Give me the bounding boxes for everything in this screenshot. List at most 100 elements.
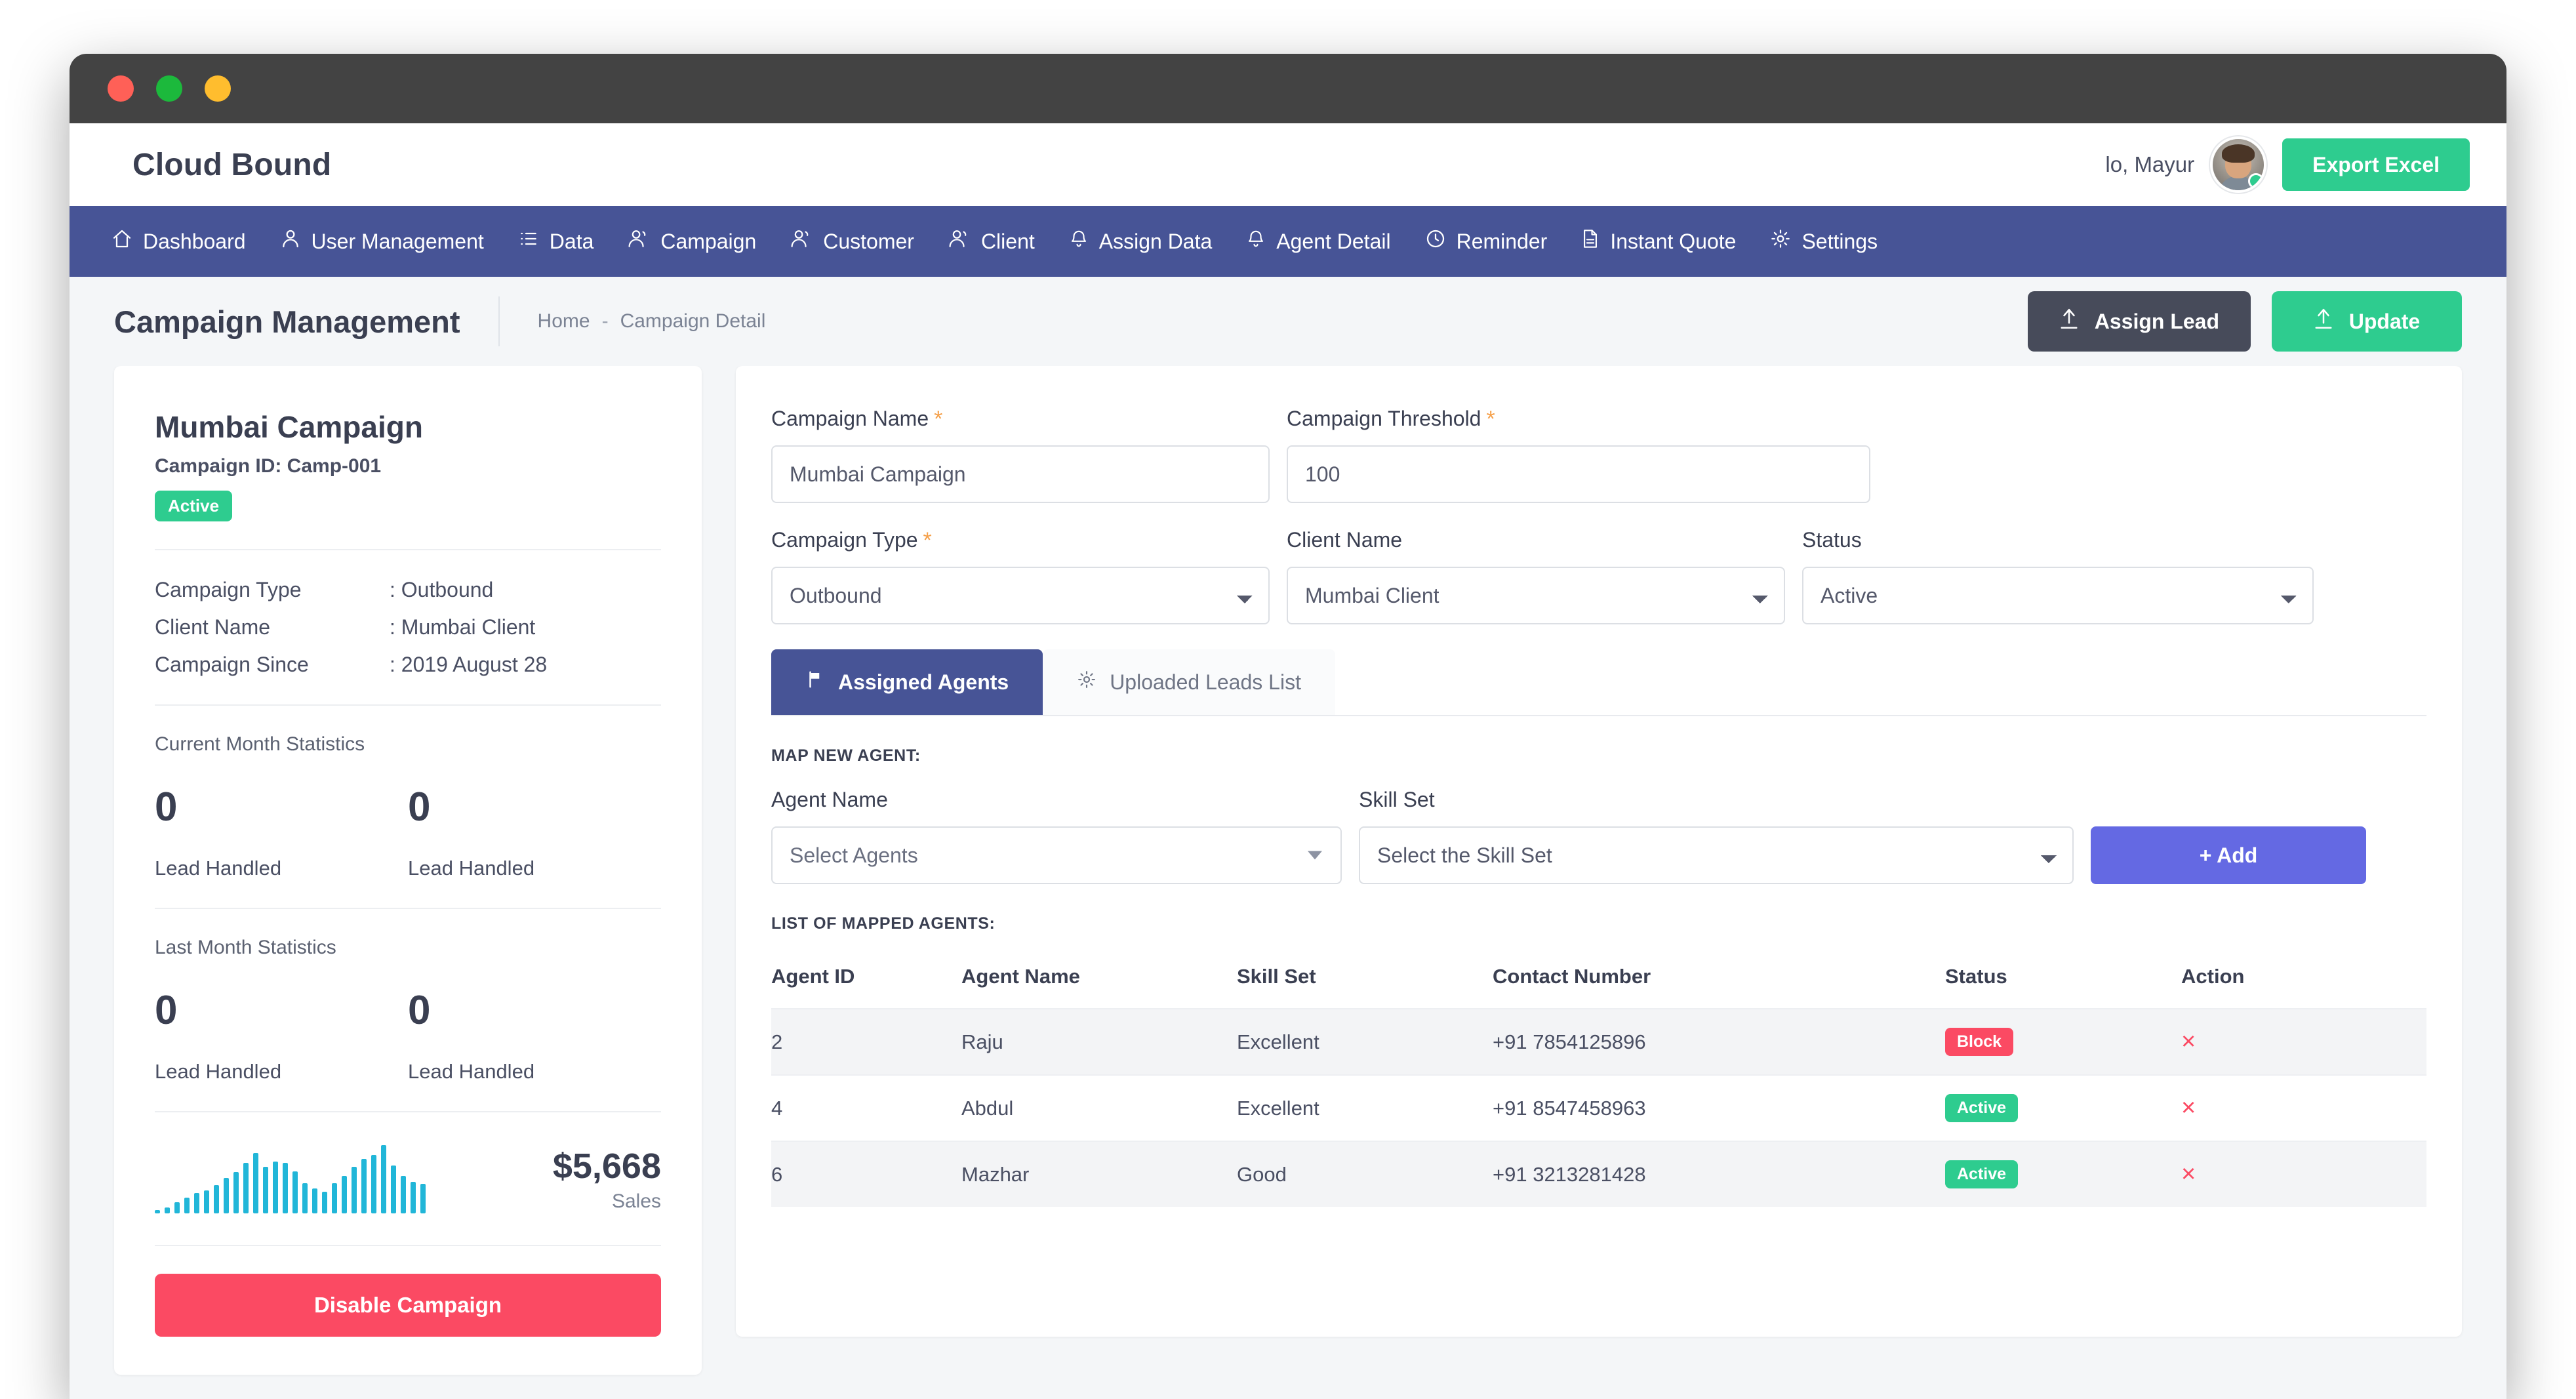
- campaign-details-list: Campaign Type: Outbound Client Name: Mumb…: [155, 578, 661, 677]
- cell-contact-number: +91 7854125896: [1493, 1008, 1945, 1075]
- add-agent-button[interactable]: + Add: [2091, 826, 2366, 884]
- table-head: Agent ID Agent Name Skill Set Contact Numbe…: [771, 948, 2426, 1009]
- campaign-summary-card: Mumbai Campaign Campaign ID: Camp-001 Ac…: [114, 366, 702, 1375]
- nav-item-agent-detail[interactable]: Agent Detail: [1229, 206, 1407, 277]
- nav-item-settings[interactable]: Settings: [1753, 206, 1895, 277]
- nav-item-reminder[interactable]: Reminder: [1408, 206, 1565, 277]
- tab-assigned-agents[interactable]: Assigned Agents: [771, 649, 1043, 715]
- table-row: 4 Abdul Excellent +91 8547458963 Active ×: [771, 1074, 2426, 1141]
- cell-action: ×: [2181, 1141, 2426, 1207]
- map-agent-row: Agent Name Select Agents Skill Set Selec…: [771, 788, 2426, 884]
- avatar[interactable]: [2213, 139, 2264, 190]
- nav-item-label: Customer: [823, 229, 914, 253]
- upload-icon: [2314, 308, 2333, 335]
- nav-item-label: Agent Detail: [1276, 229, 1391, 253]
- divider: [155, 1245, 661, 1246]
- update-label: Update: [2348, 309, 2421, 333]
- flag-icon: [805, 670, 825, 695]
- cell-agent-id: 2: [771, 1008, 961, 1075]
- sparkline-bar: [332, 1183, 337, 1213]
- cell-status: Active: [1945, 1141, 2181, 1207]
- required-asterisk-icon: *: [1486, 406, 1495, 432]
- client-name-label-text: Client Name: [1287, 528, 1403, 552]
- tab-uploaded-leads-list[interactable]: Uploaded Leads List: [1043, 649, 1335, 715]
- table-body: 2 Raju Excellent +91 7854125896 Block × 4 Abdul…: [771, 1008, 2426, 1207]
- sparkline-bar: [165, 1207, 170, 1213]
- status-field-group: Status Active: [1802, 528, 2314, 624]
- status-badge[interactable]: Active: [1945, 1160, 2019, 1188]
- nav-item-label: User Management: [311, 229, 484, 253]
- sparkline-bar: [342, 1175, 347, 1213]
- sparkline-bar: [243, 1163, 249, 1213]
- sparkline-bar: [312, 1188, 317, 1213]
- campaign-threshold-input[interactable]: [1287, 445, 1870, 503]
- divider: [155, 704, 661, 706]
- sparkline-bar: [233, 1171, 239, 1213]
- delete-row-icon[interactable]: ×: [2181, 1160, 2196, 1188]
- delete-row-icon[interactable]: ×: [2181, 1094, 2196, 1122]
- nav-item-user-management[interactable]: User Management: [263, 206, 501, 277]
- nav-item-assign-data[interactable]: Assign Data: [1052, 206, 1230, 277]
- nav-item-campaign[interactable]: Campaign: [611, 206, 773, 277]
- nav-item-label: Dashboard: [143, 229, 246, 253]
- cell-action: ×: [2181, 1008, 2426, 1075]
- close-window-button[interactable]: [108, 75, 134, 102]
- form-row-2: Campaign Type * Outbound Client Name Mum…: [771, 528, 2426, 624]
- users-icon: [628, 228, 650, 254]
- gear-icon: [1077, 670, 1097, 695]
- breadcrumb-home[interactable]: Home: [538, 310, 590, 333]
- campaign-type-label: Campaign Type *: [771, 528, 1270, 552]
- gear-icon: [1770, 228, 1791, 254]
- sparkline-bar: [204, 1190, 209, 1213]
- required-asterisk-icon: *: [923, 527, 932, 553]
- campaign-name-input[interactable]: [771, 445, 1270, 503]
- column-header: Agent Name: [961, 965, 1080, 988]
- sparkline-bar: [174, 1202, 180, 1213]
- assign-lead-label: Assign Lead: [2094, 309, 2219, 333]
- sales-amount: $5,668: [552, 1146, 661, 1186]
- sparkline-bar: [420, 1184, 426, 1213]
- status-badge[interactable]: Active: [1945, 1094, 2019, 1122]
- page-title-bar: Campaign Management Home - Campaign Deta…: [70, 277, 2506, 366]
- last-month-label: Last Month Statistics: [155, 937, 336, 958]
- status-badge: Active: [155, 491, 233, 521]
- mapped-agents-caption: LIST OF MAPPED AGENTS:: [771, 914, 996, 933]
- online-status-dot: [2248, 173, 2264, 189]
- breadcrumb: Home - Campaign Detail: [498, 296, 765, 346]
- divider: [155, 1111, 661, 1112]
- campaign-type-select[interactable]: Outbound: [771, 567, 1270, 624]
- campaign-threshold-field-group: Campaign Threshold *: [1287, 407, 1870, 503]
- nav-item-instant-quote[interactable]: Instant Quote: [1564, 206, 1753, 277]
- assign-lead-button[interactable]: Assign Lead: [2027, 291, 2251, 352]
- sales-figure-group: $5,668 Sales: [553, 1146, 661, 1213]
- nav-item-dashboard[interactable]: Dashboard: [94, 206, 263, 277]
- stat-value: 0: [408, 988, 431, 1033]
- disable-campaign-button[interactable]: Disable Campaign: [155, 1274, 661, 1337]
- cell-contact-number: +91 8547458963: [1493, 1074, 1945, 1141]
- client-name-select[interactable]: Mumbai Client: [1287, 567, 1785, 624]
- upload-icon: [2059, 308, 2079, 335]
- status-select[interactable]: Active: [1802, 567, 2314, 624]
- status-badge[interactable]: Block: [1945, 1028, 2014, 1056]
- cell-agent-name: Raju: [961, 1008, 1237, 1075]
- delete-row-icon[interactable]: ×: [2181, 1028, 2196, 1055]
- campaign-detail-panel: Campaign Name * Campaign Threshold *: [736, 366, 2462, 1337]
- status-label-text: Status: [1802, 528, 1862, 552]
- sparkline-bar: [184, 1198, 190, 1213]
- nav-item-label: Data: [549, 229, 594, 253]
- detail-row: Campaign Type: Outbound: [155, 578, 661, 602]
- nav-item-customer[interactable]: Customer: [773, 206, 931, 277]
- minimize-window-button[interactable]: [205, 75, 231, 102]
- header-right-group: lo, Mayur Export Excel: [2105, 123, 2470, 206]
- agent-name-select[interactable]: Select Agents: [771, 826, 1342, 884]
- nav-item-client[interactable]: Client: [931, 206, 1052, 277]
- maximize-window-button[interactable]: [156, 75, 182, 102]
- campaign-card-name: Mumbai Campaign: [155, 410, 423, 444]
- nav-item-data[interactable]: Data: [501, 206, 611, 277]
- column-header: Skill Set: [1237, 965, 1316, 988]
- skill-set-select[interactable]: Select the Skill Set: [1359, 826, 2074, 884]
- export-excel-button[interactable]: Export Excel: [2282, 138, 2470, 191]
- update-button[interactable]: Update: [2272, 291, 2462, 352]
- nav-item-label: Reminder: [1456, 229, 1548, 253]
- page-actions: Assign Lead Update: [2027, 291, 2462, 352]
